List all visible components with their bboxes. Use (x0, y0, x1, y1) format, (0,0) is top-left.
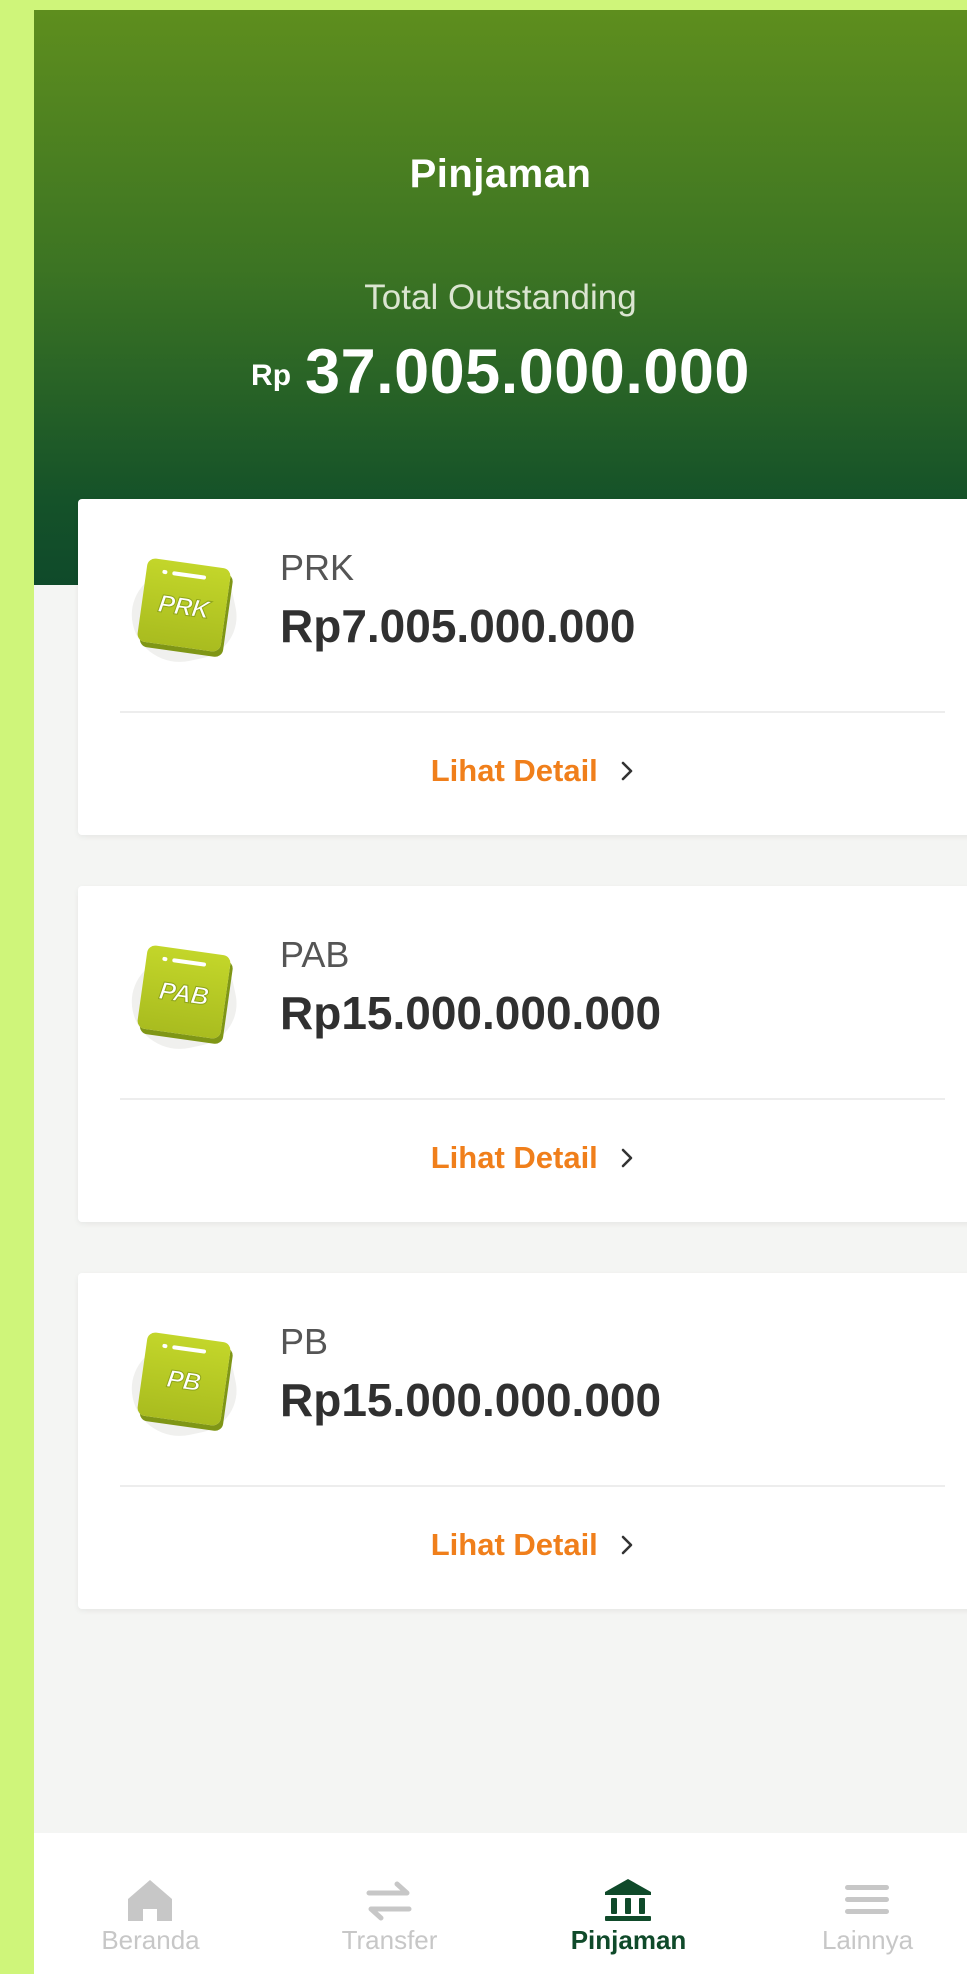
total-outstanding-value: 37.005.000.000 (305, 337, 750, 407)
chevron-right-icon (621, 1535, 633, 1555)
loan-card-pb: PB PB Rp15.000.000.000 Lihat Detail (78, 1273, 967, 1609)
tab-lainnya[interactable]: Lainnya (751, 1833, 967, 1974)
view-detail-label: Lihat Detail (430, 753, 598, 788)
view-detail-button[interactable]: Lihat Detail (78, 753, 967, 789)
tab-beranda[interactable]: Beranda (34, 1833, 267, 1974)
prk-loan-icon: PRK (123, 555, 250, 671)
loan-name: PAB (280, 934, 350, 975)
tab-label: Beranda (101, 1925, 200, 1955)
tab-label: Pinjaman (570, 1925, 687, 1955)
loan-icon-text: PRK (156, 589, 212, 625)
app-screen: Pinjaman Total Outstanding Rp 37.005.000.… (34, 10, 967, 1974)
tab-label: Transfer (341, 1925, 438, 1955)
home-icon (128, 1880, 172, 1921)
loan-icon-text: PB (165, 1364, 203, 1398)
transfer-icon (366, 1881, 412, 1921)
loan-icon-text: PAB (157, 976, 211, 1012)
loan-amount: Rp7.005.000.000 (280, 600, 636, 652)
loan-amount: Rp15.000.000.000 (280, 1374, 662, 1426)
view-detail-button[interactable]: Lihat Detail (78, 1140, 967, 1176)
view-detail-button[interactable]: Lihat Detail (78, 1527, 967, 1563)
total-outstanding-label: Total Outstanding (364, 278, 637, 317)
currency-label: Rp (251, 359, 292, 392)
loan-amount: Rp15.000.000.000 (280, 987, 662, 1039)
bottom-tab-bar: Beranda Transfer Pinjaman Lainnya (34, 1833, 967, 1974)
card-divider (120, 1098, 945, 1100)
loan-name: PB (280, 1321, 329, 1362)
menu-icon (845, 1885, 889, 1914)
tab-pinjaman[interactable]: Pinjaman (512, 1833, 745, 1974)
pab-loan-icon: PAB (123, 942, 250, 1058)
loan-card-prk: PRK PRK Rp7.005.000.000 Lihat Detail (78, 499, 967, 835)
pb-loan-icon: PB (123, 1329, 250, 1445)
total-outstanding-amount: Rp 37.005.000.000 (34, 336, 967, 408)
loan-name: PRK (280, 547, 355, 588)
bank-icon (605, 1879, 651, 1921)
view-detail-label: Lihat Detail (430, 1140, 598, 1175)
loan-card-pab: PAB PAB Rp15.000.000.000 Lihat Detail (78, 886, 967, 1222)
tab-label: Lainnya (821, 1925, 914, 1955)
chevron-right-icon (621, 761, 633, 781)
page-title: Pinjaman (409, 152, 592, 196)
chevron-right-icon (621, 1148, 633, 1168)
card-divider (120, 711, 945, 713)
card-divider (120, 1485, 945, 1487)
tab-transfer[interactable]: Transfer (273, 1833, 506, 1974)
view-detail-label: Lihat Detail (430, 1527, 598, 1562)
